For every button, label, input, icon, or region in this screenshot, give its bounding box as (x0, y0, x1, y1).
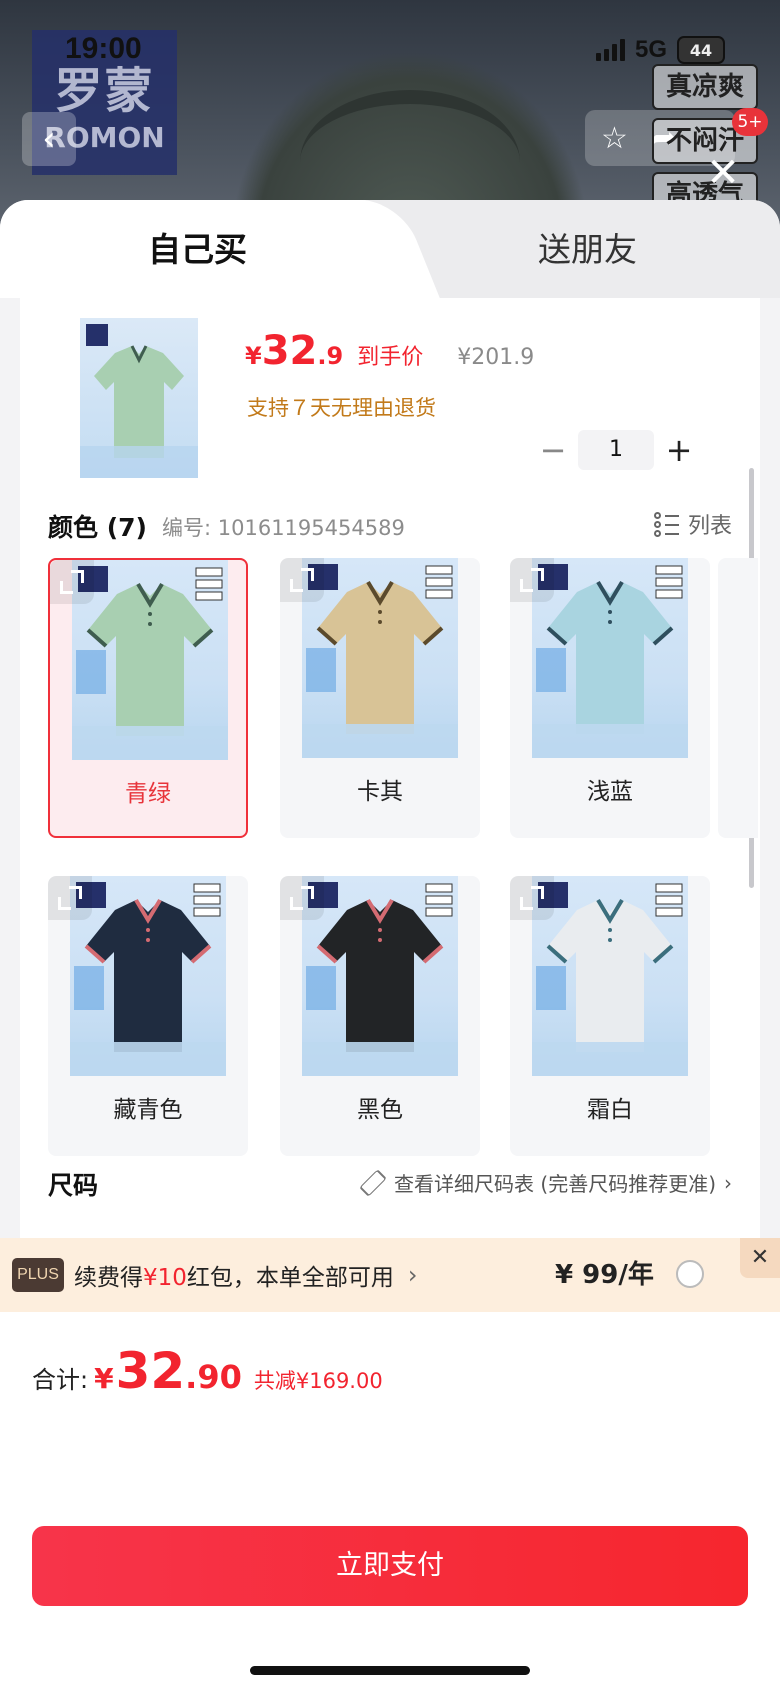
expand-icon[interactable] (48, 876, 92, 920)
plus-membership-banner[interactable]: PLUS 续费得¥10红包，本单全部可用 › ¥ 99/年 ✕ (0, 1238, 780, 1312)
color-option-5[interactable]: 霜白 (510, 876, 710, 1156)
color-option-label: 浅蓝 (587, 779, 633, 805)
price-label: 到手价 (357, 345, 424, 370)
shirt-image (70, 882, 226, 1076)
chevron-right-icon: › (724, 1170, 732, 1195)
shirt-image (302, 882, 458, 1076)
purchase-sheet: 自己买 送朋友 ¥ 32 .9 到手价 ¥201.9 支持７天无理由退货 − 1… (0, 200, 780, 1688)
color-option-more[interactable] (718, 558, 758, 838)
shirt-image (532, 882, 688, 1076)
price-row: ¥ 32 .9 到手价 ¥201.9 (245, 328, 534, 374)
shirt-thumbnail-image (80, 324, 198, 478)
total-integer: 32 (115, 1342, 186, 1400)
color-option-image (72, 560, 228, 760)
status-time: 19:00 (65, 32, 142, 65)
product-code: 编号: 10161195454589 (162, 516, 405, 540)
plus-price: ¥ 99/年 (555, 1260, 654, 1290)
cart-badge: 5+ (732, 108, 768, 136)
close-sheet-icon[interactable]: ✕ (700, 150, 746, 196)
color-option-2[interactable]: 浅蓝 (510, 558, 710, 838)
shirt-image (532, 564, 688, 758)
shirt-image (302, 564, 458, 758)
original-price: ¥201.9 (457, 345, 535, 370)
color-option-0[interactable]: 青绿 (48, 558, 248, 838)
plus-text-pre: 续费得 (74, 1265, 143, 1291)
list-icon (653, 511, 680, 537)
size-guide-link[interactable]: 查看详细尺码表 (完善尺码推荐更准) › (359, 1168, 732, 1197)
chevron-right-icon: › (407, 1261, 418, 1289)
color-option-label: 黑色 (357, 1097, 403, 1123)
color-option-4[interactable]: 黑色 (280, 876, 480, 1156)
color-option-3[interactable]: 藏青色 (48, 876, 248, 1156)
total-row: 合计: ¥ 32 .90 共减¥169.00 (32, 1342, 383, 1400)
checkout-footer: 合计: ¥ 32 .90 共减¥169.00 立即支付 (0, 1312, 780, 1688)
qty-plus-button[interactable]: + (654, 430, 704, 470)
return-policy-note: 支持７天无理由退货 (247, 396, 436, 420)
color-option-image (70, 876, 226, 1076)
list-view-toggle[interactable]: 列表 (653, 508, 732, 540)
plus-badge: PLUS (12, 1258, 64, 1292)
color-option-label: 霜白 (587, 1097, 633, 1123)
color-option-label: 青绿 (125, 781, 171, 807)
total-label: 合计: (32, 1366, 89, 1394)
plus-text-highlight: ¥10 (143, 1265, 187, 1291)
purchase-tabs: 自己买 送朋友 (0, 200, 780, 298)
status-indicators: 5G 44 (595, 36, 725, 64)
color-option-1[interactable]: 卡其 (280, 558, 480, 838)
price-integer: 32 (261, 328, 318, 374)
price-decimal: .9 (317, 342, 344, 370)
signal-icon (595, 39, 625, 61)
plus-select-radio[interactable] (676, 1260, 704, 1288)
color-option-image (302, 558, 458, 758)
expand-icon[interactable] (50, 560, 94, 604)
network-type: 5G (634, 36, 667, 63)
quantity-stepper: − 1 + (528, 430, 704, 470)
product-thumbnail[interactable] (80, 318, 198, 478)
color-option-image (302, 876, 458, 1076)
color-section-title: 颜色 (7) (48, 513, 147, 542)
total-currency: ¥ (94, 1362, 114, 1395)
expand-icon[interactable] (510, 876, 554, 920)
expand-icon[interactable] (280, 558, 324, 602)
plus-promo-text: 续费得¥10红包，本单全部可用 (74, 1258, 394, 1292)
color-option-image (532, 558, 688, 758)
home-indicator (250, 1666, 530, 1675)
expand-icon[interactable] (510, 558, 554, 602)
plus-text-post: 红包，本单全部可用 (186, 1265, 394, 1291)
size-guide-label: 查看详细尺码表 (完善尺码推荐更准) (394, 1172, 716, 1196)
tab-buy-self[interactable]: 自己买 (148, 226, 247, 274)
price-currency: ¥ (245, 342, 262, 370)
total-discount: 共减¥169.00 (253, 1369, 383, 1393)
color-option-label: 卡其 (357, 779, 403, 805)
color-option-label: 藏青色 (113, 1097, 183, 1123)
ruler-icon (359, 1168, 387, 1197)
tab-gift-friend[interactable]: 送朋友 (538, 226, 637, 274)
close-banner-icon[interactable]: ✕ (740, 1238, 780, 1278)
shirt-image (72, 566, 228, 760)
back-icon[interactable]: ‹ (22, 112, 76, 166)
color-option-image (532, 876, 688, 1076)
expand-icon[interactable] (280, 876, 324, 920)
battery-icon: 44 (677, 36, 725, 64)
star-icon[interactable]: ☆ (601, 121, 628, 156)
total-decimal: .90 (185, 1358, 242, 1396)
status-bar: 19:00 5G 44 (0, 30, 780, 74)
size-section-title: 尺码 (48, 1171, 99, 1200)
pay-now-button[interactable]: 立即支付 (32, 1526, 748, 1606)
qty-input[interactable]: 1 (578, 430, 654, 470)
qty-minus-button[interactable]: − (528, 430, 578, 470)
list-toggle-label: 列表 (687, 514, 732, 539)
